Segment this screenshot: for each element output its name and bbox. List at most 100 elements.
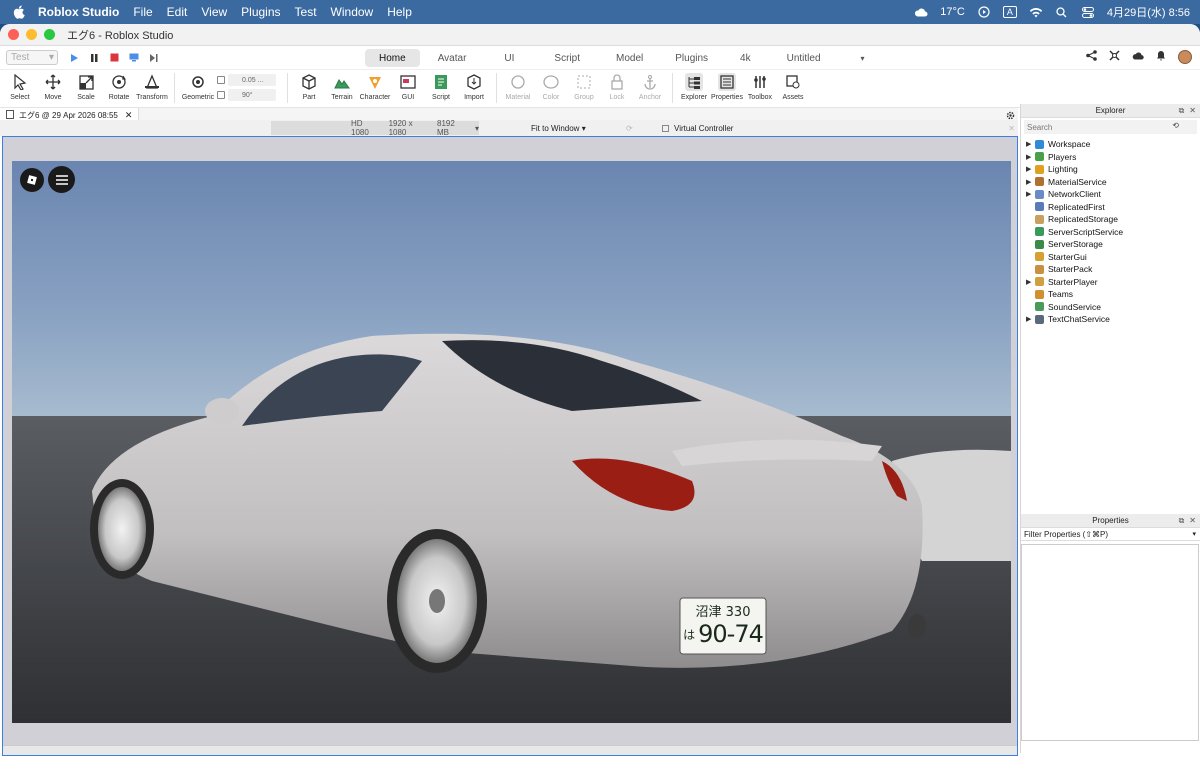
close-panel-icon[interactable]: ✕: [1189, 106, 1196, 116]
terrain-button[interactable]: Terrain: [326, 73, 358, 101]
history-icon[interactable]: ⟲: [1172, 121, 1179, 130]
share-icon[interactable]: [1086, 50, 1097, 64]
weather-text[interactable]: 17°C: [940, 6, 965, 18]
game-render[interactable]: 沼津 330 は 90-74: [12, 161, 1011, 723]
explorer-node-soundservice[interactable]: SoundService: [1021, 301, 1200, 314]
fit-to-window-select[interactable]: Fit to Window ▾: [531, 124, 586, 133]
clock[interactable]: 4月29日(水) 8:56: [1107, 4, 1190, 20]
collaborate-icon[interactable]: [1109, 50, 1120, 64]
tab-4k[interactable]: 4k: [726, 49, 765, 67]
viewport-scrollbar[interactable]: [3, 745, 1017, 755]
explorer-node-materialservice[interactable]: ▶ MaterialService: [1021, 176, 1200, 189]
menu-plugins[interactable]: Plugins: [241, 5, 280, 19]
rotate-snap-checkbox[interactable]: [217, 91, 225, 99]
menu-app-name[interactable]: Roblox Studio: [38, 5, 119, 19]
explorer-node-startergui[interactable]: StarterGui: [1021, 251, 1200, 264]
transform-tool-button[interactable]: Transform: [136, 73, 168, 101]
menu-window[interactable]: Window: [331, 5, 374, 19]
orientation-icon[interactable]: ⟳: [626, 124, 633, 133]
close-panel-icon[interactable]: ✕: [1189, 516, 1196, 526]
properties-filter-input[interactable]: Filter Properties (⇧⌘P) ▾: [1021, 528, 1200, 541]
virtual-controller-toggle[interactable]: Virtual Controller: [662, 124, 733, 133]
menu-file[interactable]: File: [133, 5, 152, 19]
explorer-node-serverstorage[interactable]: ServerStorage: [1021, 238, 1200, 251]
scale-tool-button[interactable]: Scale: [70, 73, 102, 101]
screen-icon[interactable]: [128, 52, 140, 64]
stop-icon[interactable]: [108, 52, 120, 64]
gui-button[interactable]: GUI: [392, 73, 424, 101]
popout-icon[interactable]: ⧉: [1179, 106, 1185, 116]
step-icon[interactable]: [148, 52, 160, 64]
play-circle-icon[interactable]: [977, 5, 991, 19]
anchor-button[interactable]: Anchor: [634, 73, 666, 101]
menu-view[interactable]: View: [201, 5, 227, 19]
move-snap-field[interactable]: 0.05 ...: [228, 74, 276, 86]
toolbox-toggle-button[interactable]: Toolbox: [744, 73, 776, 101]
maximize-window-button[interactable]: [44, 29, 55, 40]
explorer-node-teams[interactable]: Teams: [1021, 288, 1200, 301]
notification-bell-icon[interactable]: [1156, 50, 1166, 64]
close-window-button[interactable]: [8, 29, 19, 40]
expand-arrow-icon[interactable]: ▶: [1026, 315, 1031, 323]
select-tool-button[interactable]: Select: [4, 73, 36, 101]
virtual-controller-checkbox[interactable]: [662, 124, 669, 132]
lock-button[interactable]: Lock: [601, 73, 633, 101]
play-icon[interactable]: [68, 52, 80, 64]
script-button[interactable]: Script: [425, 73, 457, 101]
expand-arrow-icon[interactable]: ▶: [1026, 278, 1031, 286]
assets-toggle-button[interactable]: Assets: [777, 73, 809, 101]
popout-icon[interactable]: ⧉: [1179, 516, 1185, 526]
roblox-menu-button[interactable]: [20, 168, 44, 192]
import-button[interactable]: Import: [458, 73, 490, 101]
test-mode-select[interactable]: Test ▾: [6, 50, 58, 65]
tab-plugins[interactable]: Plugins: [661, 49, 722, 67]
tabs-overflow-chevron-icon[interactable]: ▾: [847, 49, 879, 67]
control-center-icon[interactable]: [1081, 5, 1095, 19]
explorer-node-textchatservice[interactable]: ▶ TextChatService: [1021, 313, 1200, 326]
explorer-node-replicatedstorage[interactable]: ReplicatedStorage: [1021, 213, 1200, 226]
minimize-window-button[interactable]: [26, 29, 37, 40]
tab-ui[interactable]: UI: [490, 49, 528, 67]
rotate-snap-field[interactable]: 90°: [228, 89, 276, 101]
tab-script[interactable]: Script: [540, 49, 594, 67]
geometric-mode-button[interactable]: Geometric: [180, 73, 216, 101]
input-mode-indicator[interactable]: A: [1002, 6, 1017, 18]
tab-untitled[interactable]: Untitled: [773, 49, 835, 67]
pause-icon[interactable]: [88, 52, 100, 64]
explorer-node-serverscriptservice[interactable]: ServerScriptService: [1021, 226, 1200, 239]
color-button[interactable]: Color: [535, 73, 567, 101]
explorer-node-lighting[interactable]: ▶ Lighting: [1021, 163, 1200, 176]
close-viewport-toolbar-icon[interactable]: ✕: [1008, 124, 1015, 133]
expand-arrow-icon[interactable]: ▶: [1026, 140, 1031, 148]
expand-arrow-icon[interactable]: ▶: [1026, 190, 1031, 198]
tab-avatar[interactable]: Avatar: [424, 49, 481, 67]
properties-toggle-button[interactable]: Properties: [711, 73, 743, 101]
device-emulator-selector[interactable]: HD 1080 1920 x 1080 8192 MB ▾: [271, 119, 479, 137]
explorer-node-players[interactable]: ▶ Players: [1021, 151, 1200, 164]
cloud-sync-icon[interactable]: [1132, 51, 1144, 63]
explorer-toggle-button[interactable]: Explorer: [678, 73, 710, 101]
menu-help[interactable]: Help: [387, 5, 412, 19]
wifi-icon[interactable]: [1029, 5, 1043, 19]
move-tool-button[interactable]: Move: [37, 73, 69, 101]
menu-test[interactable]: Test: [295, 5, 317, 19]
expand-arrow-icon[interactable]: ▶: [1026, 165, 1031, 173]
expand-arrow-icon[interactable]: ▶: [1026, 178, 1031, 186]
group-button[interactable]: Group: [568, 73, 600, 101]
part-button[interactable]: Part: [293, 73, 325, 101]
game-menu-button[interactable]: [48, 166, 75, 193]
material-button[interactable]: Material: [502, 73, 534, 101]
explorer-node-workspace[interactable]: ▶ Workspace: [1021, 138, 1200, 151]
tab-home[interactable]: Home: [365, 49, 420, 67]
spotlight-search-icon[interactable]: [1055, 5, 1069, 19]
explorer-node-networkclient[interactable]: ▶ NetworkClient: [1021, 188, 1200, 201]
avatar[interactable]: [1178, 50, 1192, 64]
expand-arrow-icon[interactable]: ▶: [1026, 153, 1031, 161]
move-snap-checkbox[interactable]: [217, 76, 225, 84]
rotate-tool-button[interactable]: Rotate: [103, 73, 135, 101]
3d-viewport[interactable]: 沼津 330 は 90-74: [2, 136, 1018, 756]
explorer-node-starterpack[interactable]: StarterPack: [1021, 263, 1200, 276]
explorer-node-replicatedfirst[interactable]: ReplicatedFirst: [1021, 201, 1200, 214]
apple-icon[interactable]: [12, 5, 26, 19]
character-button[interactable]: Character: [359, 73, 391, 101]
